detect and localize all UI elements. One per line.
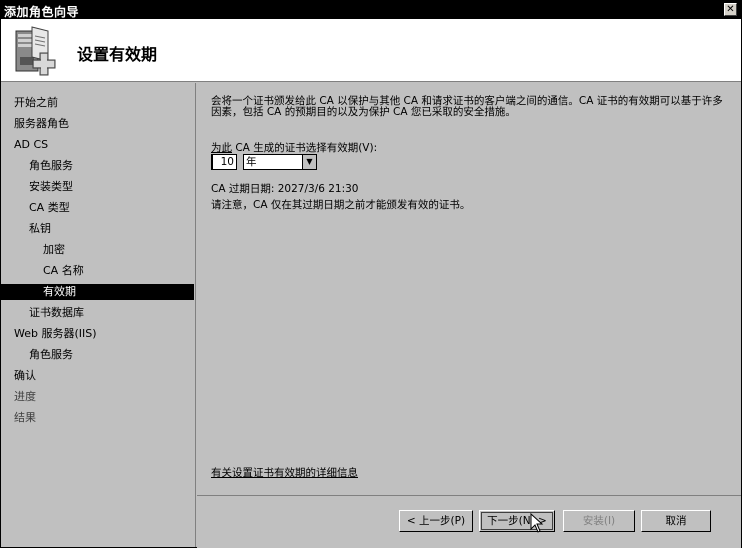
validity-label-rest: CA 生成的证书选择有效期(V): [232, 142, 378, 154]
close-button[interactable]: ✕ [724, 3, 737, 16]
more-info-link[interactable]: 有关设置证书有效期的详细信息 [211, 465, 358, 480]
ca-expiry-date: CA 过期日期: 2027/3/6 21:30 [211, 183, 359, 195]
nav-step-web-server-iis[interactable]: Web 服务器(IIS) [14, 326, 97, 342]
back-button[interactable]: < 上一步(P) [399, 510, 473, 532]
nav-step-ca-name[interactable]: CA 名称 [43, 263, 84, 279]
chevron-down-icon[interactable]: ▼ [302, 155, 316, 169]
nav-step-private-key[interactable]: 私钥 [29, 221, 51, 237]
validity-description: 会将一个证书颁发给此 CA 以保护与其他 CA 和请求证书的客户端之间的通信。C… [211, 95, 723, 118]
nav-step-certificate-database[interactable]: 证书数据库 [29, 305, 84, 321]
nav-step-iis-role-services[interactable]: 角色服务 [29, 347, 73, 363]
validity-period-input[interactable]: 10 [211, 154, 237, 170]
validity-unit-select[interactable]: 年 ▼ [243, 154, 317, 170]
server-role-wizard-icon [15, 26, 56, 76]
wizard-content: 会将一个证书颁发给此 CA 以保护与其他 CA 和请求证书的客户端之间的通信。C… [197, 83, 741, 495]
validity-label-accel: 为此 [211, 142, 232, 154]
window-title: 添加角色向导 [4, 5, 80, 19]
nav-step-validity-period[interactable]: 有效期 [1, 284, 194, 300]
wizard-header: 设置有效期 [1, 19, 741, 82]
validity-field-label: 为此 CA 生成的证书选择有效期(V): [211, 140, 377, 155]
mouse-cursor-icon [530, 513, 544, 533]
title-bar[interactable]: 添加角色向导 ✕ [1, 1, 741, 19]
nav-step-before-you-begin[interactable]: 开始之前 [14, 95, 58, 111]
nav-step-cryptography[interactable]: 加密 [43, 242, 65, 258]
wizard-step-nav: 开始之前 服务器角色 AD CS 角色服务 安装类型 CA 类型 私钥 加密 C… [1, 83, 196, 547]
nav-step-ca-type[interactable]: CA 类型 [29, 200, 70, 216]
nav-step-role-services[interactable]: 角色服务 [29, 158, 73, 174]
nav-step-ad-cs[interactable]: AD CS [14, 137, 48, 153]
install-button[interactable]: 安装(I) [563, 510, 635, 532]
nav-step-confirmation[interactable]: 确认 [14, 368, 36, 384]
validity-note: 请注意，CA 仅在其过期日期之前才能颁发有效的证书。 [211, 199, 471, 211]
close-icon: ✕ [726, 4, 735, 15]
page-title: 设置有效期 [77, 45, 158, 64]
nav-step-results: 结果 [14, 411, 36, 424]
nav-step-setup-type[interactable]: 安装类型 [29, 179, 73, 195]
nav-step-server-roles[interactable]: 服务器角色 [14, 116, 69, 132]
wizard-footer: < 上一步(P) 下一步(N) > 安装(I) 取消 [197, 495, 741, 548]
wizard-window: 添加角色向导 ✕ 设置有效期 开始之前 服务器角色 AD CS 角色服务 安装类… [0, 0, 742, 548]
validity-unit-value: 年 [246, 156, 257, 168]
nav-step-progress: 进度 [14, 390, 36, 403]
cancel-button[interactable]: 取消 [641, 510, 711, 532]
